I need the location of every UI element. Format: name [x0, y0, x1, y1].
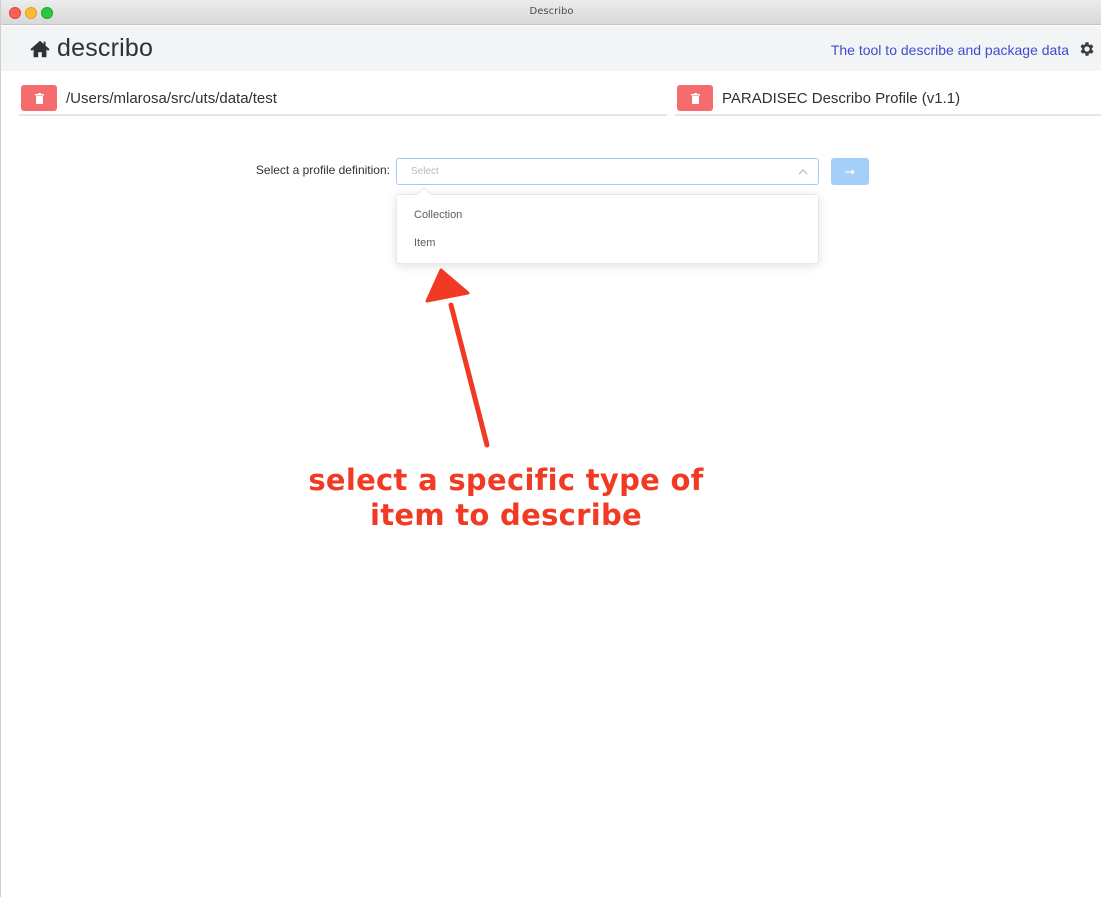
annotation-arrow-icon — [425, 268, 490, 448]
app-header: describo The tool to describe and packag… — [1, 26, 1101, 71]
profile-dropdown: Collection Item — [396, 186, 819, 264]
trash-icon — [34, 92, 44, 104]
select-placeholder: Select — [411, 166, 439, 177]
folder-path-bar: /Users/mlarosa/src/uts/data/test — [19, 82, 667, 116]
home-icon — [30, 40, 50, 57]
profile-select[interactable]: Select — [396, 158, 819, 185]
annotation-line-2: item to describe — [369, 498, 643, 532]
home-link[interactable]: describo — [29, 34, 153, 63]
option-collection[interactable]: Collection — [414, 209, 462, 221]
folder-path: /Users/mlarosa/src/uts/data/test — [66, 89, 277, 107]
app-brand: describo — [57, 34, 154, 62]
chevron-up-icon — [798, 169, 808, 175]
arrow-right-icon — [845, 168, 855, 175]
gear-icon[interactable] — [1078, 40, 1096, 58]
option-item[interactable]: Item — [414, 237, 435, 249]
dropdown-caret — [416, 186, 432, 202]
remove-profile-button[interactable] — [677, 85, 713, 111]
trash-icon — [690, 92, 700, 104]
window-titlebar: Describo — [1, 0, 1101, 25]
annotation-line-1: select a specific type of — [308, 463, 704, 497]
confirm-profile-button[interactable] — [831, 158, 869, 185]
profile-select-label: Select a profile definition: — [255, 163, 390, 177]
profile-name: PARADISEC Describo Profile (v1.1) — [722, 89, 961, 107]
tagline: The tool to describe and package data — [830, 42, 1069, 58]
profile-path-bar: PARADISEC Describo Profile (v1.1) — [675, 82, 1101, 116]
window-title: Describo — [529, 6, 574, 17]
annotation-callout: select a specific type of item to descri… — [301, 463, 711, 533]
remove-folder-button[interactable] — [21, 85, 57, 111]
app-window: Describo describo The tool to describe a… — [0, 0, 1101, 897]
